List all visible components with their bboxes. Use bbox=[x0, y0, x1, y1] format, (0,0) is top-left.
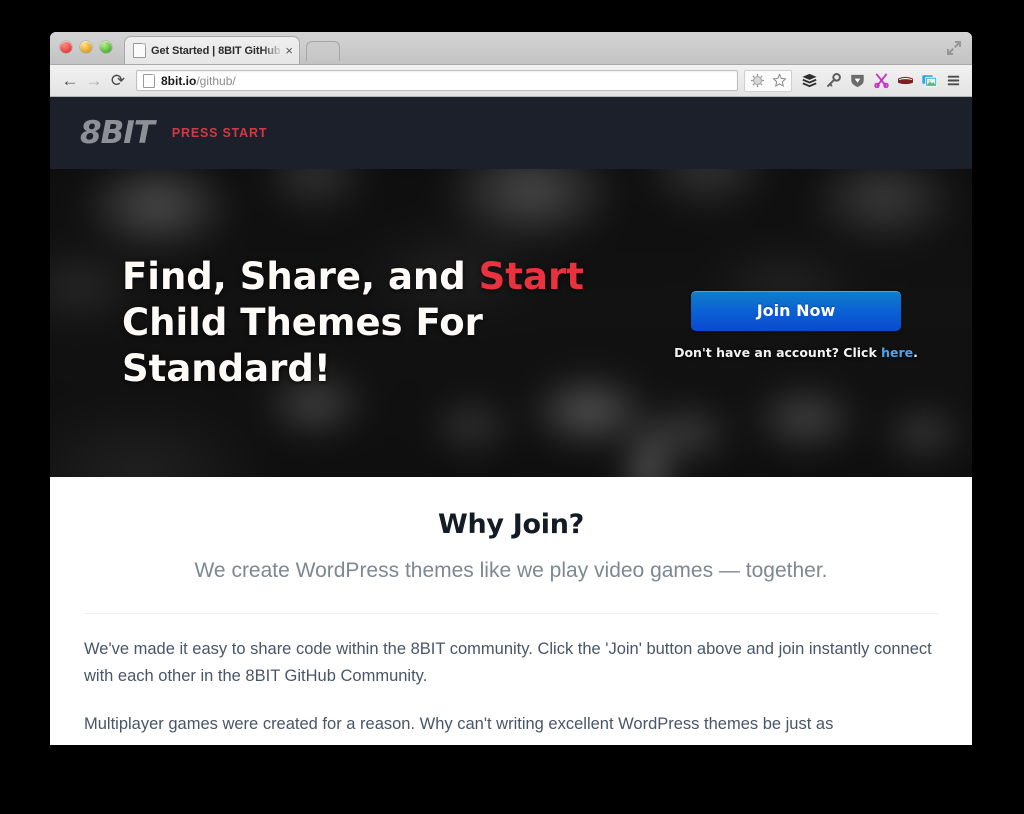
hero-headline-line2: Child Themes For bbox=[122, 301, 483, 345]
new-tab-button[interactable] bbox=[306, 41, 340, 61]
hero-headline-line1-accent: Start bbox=[478, 255, 584, 299]
reload-icon[interactable]: ⟳ bbox=[106, 69, 130, 93]
minimize-window-button[interactable] bbox=[80, 41, 92, 53]
browser-tab-active[interactable]: Get Started | 8BIT GitHub C × bbox=[124, 36, 300, 64]
mask-icon[interactable] bbox=[894, 70, 916, 92]
why-join-section: Why Join? We create WordPress themes lik… bbox=[50, 477, 972, 739]
bookmark-star-icon[interactable] bbox=[768, 70, 790, 92]
extension-icons bbox=[744, 69, 964, 92]
window-traffic-lights bbox=[60, 41, 112, 53]
chrome-menu-icon[interactable] bbox=[942, 70, 964, 92]
section-divider bbox=[84, 613, 938, 614]
site-tagline: PRESS START bbox=[171, 126, 268, 140]
body-paragraph-1: We've made it easy to share code within … bbox=[84, 640, 932, 685]
site-header: 8BIT PRESS START bbox=[50, 97, 972, 169]
web-page-viewport: 8BIT PRESS START Find, Share, and Start C… bbox=[50, 97, 972, 745]
key-icon[interactable] bbox=[822, 70, 844, 92]
hero-content: Find, Share, and Start Child Themes For St… bbox=[50, 169, 972, 477]
browser-tab-title: Get Started | 8BIT GitHub C bbox=[151, 44, 284, 57]
address-bar-url: 8bit.io/github/ bbox=[161, 74, 236, 88]
site-logo[interactable]: 8BIT bbox=[80, 115, 155, 151]
adblock-bookmark-group bbox=[744, 69, 792, 92]
zoom-window-button[interactable] bbox=[100, 41, 112, 53]
page-subtitle: We create WordPress themes like we play … bbox=[194, 559, 828, 582]
join-now-button[interactable]: Join Now bbox=[691, 290, 901, 331]
body-paragraph-2: Multiplayer games were created for a rea… bbox=[84, 715, 834, 734]
hero-text-column: Find, Share, and Start Child Themes For St… bbox=[122, 254, 662, 392]
browser-toolbar: ← → ⟳ 8bit.io/github/ bbox=[50, 65, 972, 97]
signup-here-link[interactable]: here bbox=[881, 345, 913, 360]
hero-signup-note-before: Don't have an account? Click bbox=[674, 344, 882, 360]
close-icon[interactable]: × bbox=[283, 44, 295, 57]
address-bar-path: /github/ bbox=[196, 73, 236, 88]
shield-download-icon[interactable] bbox=[846, 70, 868, 92]
hero-headline-line1-plain: Find, Share, and bbox=[122, 255, 479, 299]
screenshot-stage: Get Started | 8BIT GitHub C × ← → ⟳ 8bit… bbox=[0, 0, 1024, 814]
page-icon bbox=[143, 73, 155, 88]
page-title: Why Join? bbox=[437, 509, 585, 540]
browser-tab-strip: Get Started | 8BIT GitHub C × bbox=[50, 32, 972, 65]
resize-arrows-icon[interactable] bbox=[946, 40, 962, 56]
images-icon[interactable] bbox=[918, 70, 940, 92]
hero-cta-column: Join Now Don't have an account? Click he… bbox=[662, 290, 930, 360]
address-bar-host: 8bit.io bbox=[161, 73, 197, 88]
layers-icon[interactable] bbox=[798, 70, 820, 92]
hero-headline: Find, Share, and Start Child Themes For St… bbox=[122, 254, 662, 392]
close-window-button[interactable] bbox=[60, 41, 72, 53]
browser-window: Get Started | 8BIT GitHub C × ← → ⟳ 8bit… bbox=[50, 32, 972, 745]
hero-headline-line3: Standard! bbox=[122, 346, 331, 390]
adblock-icon[interactable] bbox=[746, 70, 768, 92]
forward-icon[interactable]: → bbox=[82, 69, 106, 93]
hero-signup-note: Don't have an account? Click here. bbox=[674, 345, 918, 360]
hero-section: Find, Share, and Start Child Themes For St… bbox=[50, 169, 972, 477]
back-icon[interactable]: ← bbox=[58, 69, 82, 93]
scissors-icon[interactable] bbox=[870, 70, 892, 92]
address-bar[interactable]: 8bit.io/github/ bbox=[136, 70, 738, 91]
page-icon bbox=[133, 43, 146, 58]
hero-signup-note-after: . bbox=[913, 344, 918, 360]
